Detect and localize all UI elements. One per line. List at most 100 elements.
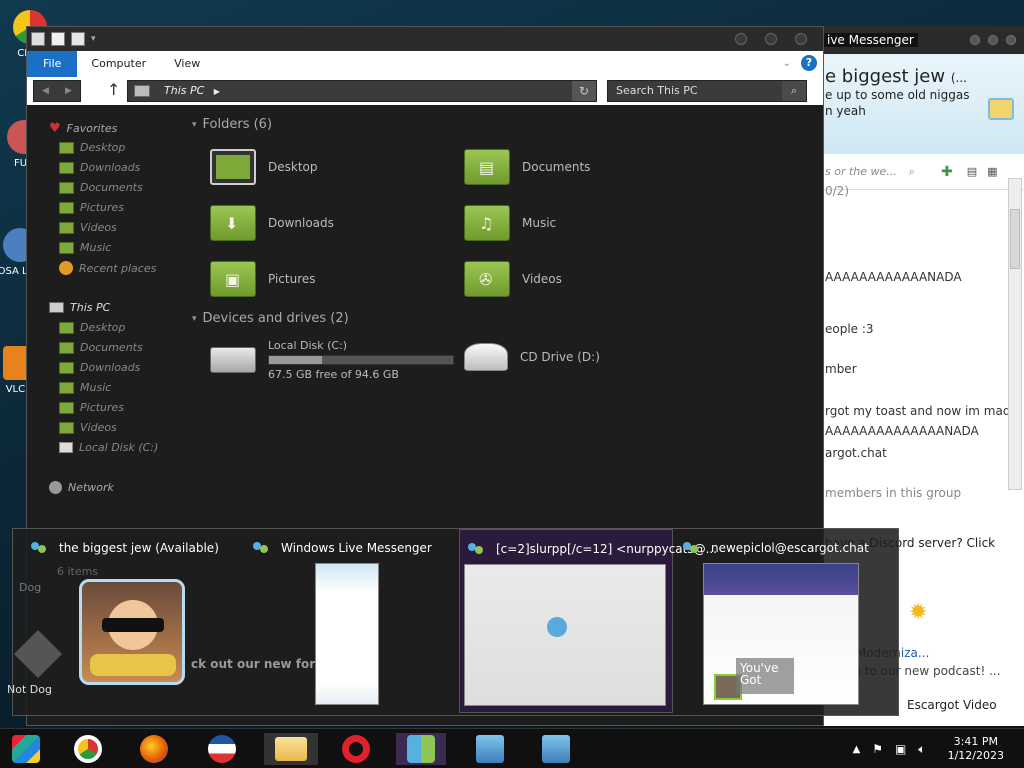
refresh-button[interactable]: ↻: [572, 81, 596, 101]
chevron-down-icon[interactable]: ▾: [91, 34, 96, 44]
messenger-titlebar[interactable]: ive Messenger: [797, 26, 1024, 54]
opera-icon: [342, 735, 370, 763]
nav-pc-pictures[interactable]: Pictures: [59, 401, 124, 414]
videos-folder-icon: ✇: [464, 261, 510, 297]
minimize-button[interactable]: [970, 35, 980, 45]
list-item[interactable]: argot.chat: [825, 446, 887, 460]
messenger-title: ive Messenger: [823, 33, 918, 47]
minimize-button[interactable]: [735, 33, 747, 45]
folder-icon: [59, 241, 74, 254]
tab-computer[interactable]: Computer: [77, 51, 160, 77]
folder-pictures[interactable]: ▣ Pictures: [210, 261, 316, 297]
flag-icon[interactable]: ⚑: [872, 742, 883, 756]
taskbar-start-button[interactable]: [6, 733, 46, 765]
folder-label: Downloads: [268, 216, 334, 230]
search-input[interactable]: Search This PC ⌕: [607, 80, 807, 102]
up-button[interactable]: ↑: [107, 80, 120, 99]
messenger-header: e biggest jew (... e up to some old nigg…: [797, 54, 1024, 154]
folder-downloads[interactable]: ⬇ Downloads: [210, 205, 334, 241]
nav-fav-desktop[interactable]: Desktop: [59, 141, 125, 154]
nav-fav-downloads[interactable]: Downloads: [59, 161, 140, 174]
clock[interactable]: 3:41 PM 1/12/2023: [948, 735, 1004, 763]
scrollbar-thumb[interactable]: [1010, 209, 1020, 269]
close-button[interactable]: [1006, 35, 1016, 45]
back-button[interactable]: ◀: [34, 81, 57, 101]
drive-local-disk-c[interactable]: Local Disk (C:) 67.5 GB free of 94.6 GB: [210, 339, 454, 381]
list-item[interactable]: rgot my toast and now im mad: [825, 404, 1010, 418]
network-icon[interactable]: ▣: [895, 742, 906, 756]
show-hidden-icons[interactable]: ▲: [853, 744, 861, 755]
nav-pc-documents[interactable]: Documents: [59, 341, 143, 354]
folder-music[interactable]: ♫ Music: [464, 205, 556, 241]
display-name[interactable]: e biggest jew: [825, 66, 945, 87]
video-link[interactable]: Escargot Video: [907, 698, 997, 712]
network-icon: [542, 735, 570, 763]
folder-videos[interactable]: ✇ Videos: [464, 261, 562, 297]
tab-view[interactable]: View: [160, 51, 214, 77]
nav-pc-music[interactable]: Music: [59, 381, 111, 394]
inbox-icon[interactable]: [988, 98, 1014, 120]
thumbnail-preview: [315, 563, 379, 705]
taskbar-messenger[interactable]: [396, 733, 446, 765]
expand-ribbon-icon[interactable]: ⌄: [783, 58, 791, 69]
scrollbar[interactable]: [1008, 178, 1022, 490]
desktop-icon: [59, 321, 74, 334]
window-icon: [31, 32, 45, 46]
maximize-button[interactable]: [765, 33, 777, 45]
nav-network[interactable]: Network: [49, 481, 114, 494]
thumbnail-preview: You've Got: [703, 563, 859, 705]
nav-pc-desktop[interactable]: Desktop: [59, 321, 125, 334]
nav-pc-videos[interactable]: Videos: [59, 421, 117, 434]
nav-fav-pictures[interactable]: Pictures: [59, 201, 124, 214]
new-folder-icon[interactable]: [71, 32, 85, 46]
drive-cd-d[interactable]: CD Drive (D:): [464, 343, 600, 371]
thumbnail-newepiclol-chat[interactable]: newepiclol@escargot.chat You've Got: [677, 529, 897, 713]
nav-fav-music[interactable]: Music: [59, 241, 111, 254]
nav-this-pc[interactable]: This PC: [49, 301, 110, 314]
nav-pc-downloads[interactable]: Downloads: [59, 361, 140, 374]
folder-icon: [59, 341, 74, 354]
folder-desktop[interactable]: Desktop: [210, 149, 318, 185]
tab-file[interactable]: File: [27, 51, 78, 77]
status-dropdown[interactable]: (...: [951, 71, 967, 85]
nav-label: Pictures: [80, 401, 125, 414]
volume-icon[interactable]: 🔈︎: [918, 742, 925, 757]
nav-fav-recent[interactable]: Recent places: [59, 261, 156, 275]
taskbar-network-app[interactable]: [470, 733, 510, 765]
list-item[interactable]: mber: [825, 362, 857, 376]
list-item[interactable]: AAAAAAAAAAAAAANADA: [825, 424, 979, 438]
properties-icon[interactable]: [51, 32, 65, 46]
thumbnail-messenger[interactable]: Windows Live Messenger: [235, 529, 455, 713]
thumbnail-slurpp-chat[interactable]: [c=2]slurpp[/c=12] <nurppycats@...: [459, 529, 717, 713]
nav-favorites[interactable]: ♥ Favorites: [49, 121, 117, 136]
taskbar-opera[interactable]: [336, 733, 376, 765]
folders-section-header[interactable]: ▾ Folders (6): [192, 117, 272, 132]
nav-pc-local-disk[interactable]: Local Disk (C:): [59, 441, 158, 454]
quick-access-toolbar: ▾: [27, 27, 823, 51]
layout-icon[interactable]: ▤: [967, 165, 977, 178]
taskbar-file-explorer[interactable]: [264, 733, 318, 765]
cd-drive-icon: [464, 343, 508, 371]
folder-documents[interactable]: ▤ Documents: [464, 149, 590, 185]
folder-icon: [275, 737, 307, 761]
help-button[interactable]: ?: [801, 55, 817, 71]
list-item[interactable]: AAAAAAAAAAAANADA: [825, 270, 962, 284]
list-item[interactable]: eople :3: [825, 322, 874, 336]
close-button[interactable]: [795, 33, 807, 45]
forward-button[interactable]: ▶: [57, 81, 80, 101]
drive-free-space: 67.5 GB free of 94.6 GB: [268, 368, 399, 381]
taskbar-chrome[interactable]: [68, 733, 108, 765]
add-contact-icon[interactable]: ✚: [941, 164, 953, 180]
maximize-button[interactable]: [988, 35, 998, 45]
chevron-right-icon[interactable]: ▶: [214, 87, 220, 96]
address-bar[interactable]: This PC ▶ ↻: [127, 80, 597, 102]
taskbar-app[interactable]: [202, 733, 242, 765]
thumbnail-chat-window[interactable]: the biggest jew (Available): [13, 529, 233, 713]
nav-fav-documents[interactable]: Documents: [59, 181, 143, 194]
options-icon[interactable]: ▦: [987, 165, 997, 178]
nav-fav-videos[interactable]: Videos: [59, 221, 117, 234]
taskbar-network-app-2[interactable]: [536, 733, 576, 765]
taskbar-firefox[interactable]: [134, 733, 174, 765]
devices-section-header[interactable]: ▾ Devices and drives (2): [192, 311, 349, 326]
search-icon[interactable]: ⌕: [782, 81, 806, 101]
